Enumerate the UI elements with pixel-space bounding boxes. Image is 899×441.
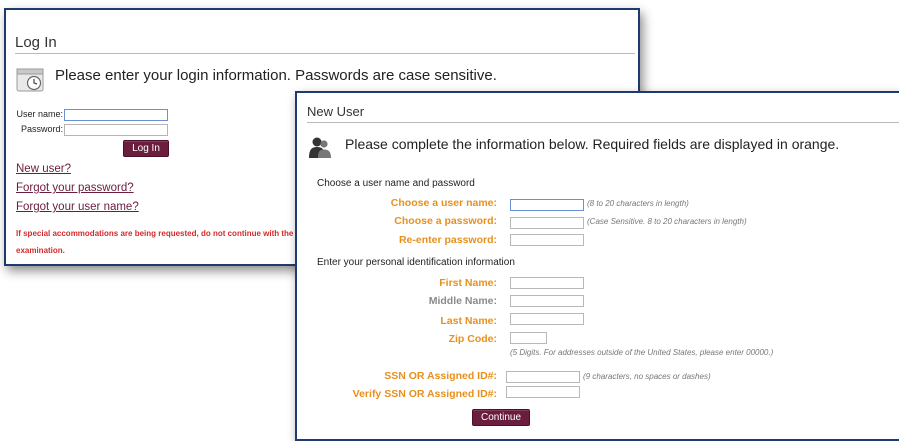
forgot-username-link[interactable]: Forgot your user name? [16,201,139,213]
login-title-divider [15,53,635,54]
warning-line-1: If special accommodations are being requ… [16,229,301,238]
username-label: User name: [16,109,63,119]
last-name-input[interactable] [510,313,584,325]
section-credentials-heading: Choose a user name and password [317,178,475,189]
choose-password-input[interactable] [510,217,584,229]
ssn-label: SSN OR Assigned ID#: [384,370,497,382]
zip-code-input[interactable] [510,332,547,344]
password-label: Password: [20,124,63,134]
new-user-intro-text: Please complete the information below. R… [345,136,840,152]
warning-line-2: examination. [16,246,65,255]
new-user-title-divider [307,122,899,123]
ssn-input[interactable] [506,371,580,383]
login-title: Log In [15,34,57,51]
verify-ssn-label: Verify SSN OR Assigned ID#: [352,388,497,400]
login-intro-text: Please enter your login information. Pas… [55,67,497,84]
accommodations-warning: If special accommodations are being requ… [16,225,336,259]
verify-ssn-input[interactable] [506,386,580,398]
reenter-password-input[interactable] [510,234,584,246]
username-input[interactable] [64,109,168,121]
last-name-label: Last Name: [440,315,497,327]
choose-username-input[interactable] [510,199,584,211]
forgot-password-link[interactable]: Forgot your password? [16,182,134,194]
new-user-title: New User [307,104,365,119]
zip-code-hint: (5 Digits. For addresses outside of the … [510,348,774,357]
ssn-hint: (9 characters, no spaces or dashes) [583,372,711,381]
new-user-panel: New User Please complete the information… [295,91,899,441]
clock-icon [16,68,44,92]
section-identity-heading: Enter your personal identification infor… [317,257,515,268]
new-user-link[interactable]: New user? [16,163,71,175]
choose-password-label: Choose a password: [394,215,497,227]
first-name-label: First Name: [439,277,497,289]
login-button[interactable]: Log In [123,140,169,157]
reenter-password-label: Re-enter password: [398,234,497,246]
middle-name-input[interactable] [510,295,584,307]
first-name-input[interactable] [510,277,584,289]
choose-username-hint: (8 to 20 characters in length) [587,199,689,208]
password-input[interactable] [64,124,168,136]
choose-username-label: Choose a user name: [390,197,497,209]
zip-code-label: Zip Code: [448,333,497,345]
user-silhouette-icon [309,137,331,158]
continue-button[interactable]: Continue [472,409,530,426]
choose-password-hint: (Case Sensitive. 8 to 20 characters in l… [587,217,747,226]
middle-name-label: Middle Name: [428,295,497,307]
